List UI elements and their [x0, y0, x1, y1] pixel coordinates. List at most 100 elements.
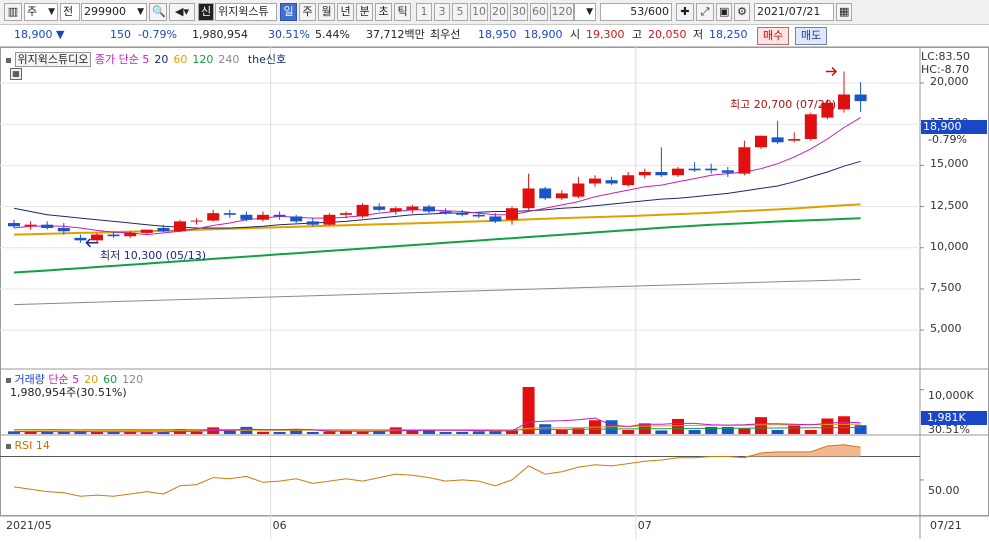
- candle-body: [389, 208, 402, 212]
- chart-canvas[interactable]: [0, 47, 989, 539]
- interval-tab-30[interactable]: 30: [510, 3, 528, 21]
- candle-body: [672, 168, 684, 176]
- candle-body: [771, 137, 784, 143]
- table-icon[interactable]: ▦: [10, 68, 22, 80]
- buy-button[interactable]: 매수: [757, 27, 790, 45]
- candle-body: [423, 206, 435, 212]
- x-axis-label-0: 2021/05: [6, 519, 52, 532]
- interval-tab-1[interactable]: 1: [416, 3, 432, 21]
- interval-tab-5[interactable]: 5: [452, 3, 468, 21]
- candle-body: [539, 188, 552, 199]
- candle-body: [489, 216, 502, 222]
- candle-body: [439, 211, 452, 214]
- volume-bar: [771, 430, 784, 434]
- low-price: 18,250: [709, 28, 748, 41]
- period-tab-3[interactable]: 년: [337, 3, 354, 21]
- candle-body: [57, 227, 70, 232]
- volume-detail: 1,980,954주(30.51%): [10, 386, 127, 399]
- sell-button[interactable]: 매도: [795, 27, 828, 45]
- interval-tab-10[interactable]: 10: [470, 3, 488, 21]
- last-price-pct: -0.79%: [928, 133, 967, 146]
- candle-body: [24, 224, 37, 227]
- rsi-line: [13, 444, 861, 497]
- volume-bar: [821, 418, 834, 434]
- high-arrow-icon: [826, 66, 838, 77]
- period-tab-4[interactable]: 분: [356, 3, 373, 21]
- stock-name-field: 위지윅스튜: [215, 3, 277, 21]
- interval-tab-120[interactable]: 120: [550, 3, 574, 21]
- volume-bar: [323, 431, 336, 434]
- candle-body: [804, 114, 817, 140]
- period-tab-1[interactable]: 주: [299, 3, 316, 21]
- candle-body: [655, 171, 668, 176]
- volume-y-tick: 10,000K: [928, 389, 974, 402]
- volume-bar: [555, 430, 568, 434]
- legend-square-icon: [6, 377, 11, 383]
- chart-menu-icon[interactable]: ▥: [4, 3, 22, 21]
- period-tab-2[interactable]: 월: [318, 3, 335, 21]
- ma-period-0: 5: [142, 53, 150, 66]
- volume-bar: [688, 430, 701, 434]
- interval-custom-select[interactable]: ▼: [574, 3, 596, 21]
- volume-bar: [456, 431, 469, 434]
- price-y-tick-0: 20,000: [930, 75, 969, 88]
- volume-bar: [306, 432, 319, 434]
- price-y-tick-6: 5,000: [930, 322, 962, 336]
- candle-body: [838, 94, 850, 110]
- candle-body: [8, 223, 20, 227]
- turnover-pct: 5.44%: [315, 28, 350, 41]
- page-count-field[interactable]: 53/600: [600, 3, 672, 21]
- period-tab-0[interactable]: 일: [280, 3, 297, 21]
- x-axis-right-label: 07/21: [930, 519, 962, 532]
- candle-body: [605, 180, 618, 184]
- save-icon[interactable]: ▣: [716, 3, 732, 21]
- candle-body: [373, 206, 386, 210]
- candle-body: [506, 208, 518, 220]
- crosshair-icon[interactable]: ✚: [676, 3, 694, 21]
- candle-body: [555, 193, 568, 199]
- ma-period-3: 120: [192, 53, 214, 66]
- search-icon[interactable]: 🔍: [149, 3, 167, 21]
- period-tab-6[interactable]: 틱: [394, 3, 411, 21]
- interval-tab-20[interactable]: 20: [490, 3, 508, 21]
- stock-code-input[interactable]: 299900 ▼: [81, 3, 147, 21]
- volume-ratio: 30.51%: [268, 28, 310, 41]
- chevron-down-icon: ▼: [137, 7, 144, 17]
- line-tool-icon[interactable]: ⤢: [696, 3, 714, 21]
- price-legend: 위지윅스튜디오 종가 단순 5 20 60 120 240 the신호: [6, 51, 286, 67]
- interval-tab-3[interactable]: 3: [434, 3, 450, 21]
- volume-bar: [838, 416, 850, 434]
- volume-bar: [804, 430, 817, 434]
- sound-icon[interactable]: ◀▾: [169, 3, 195, 21]
- signal-label: the신호: [247, 53, 287, 66]
- candle-body: [356, 204, 369, 217]
- interval-tab-60[interactable]: 60: [530, 3, 548, 21]
- period-tab-5[interactable]: 초: [375, 3, 392, 21]
- price-y-tick-2: 15,000: [930, 157, 969, 171]
- ma-label: 종가 단순: [94, 53, 139, 66]
- ma240-line: [13, 278, 861, 306]
- candle-body: [207, 213, 220, 221]
- volume-value: 1,980,954: [192, 28, 248, 41]
- calendar-icon[interactable]: ▦: [836, 3, 852, 21]
- settings-gear-icon[interactable]: ⚙: [734, 3, 750, 21]
- volume-bar: [738, 428, 751, 434]
- low-label: 저: [693, 28, 704, 41]
- prev-select[interactable]: 전: [60, 3, 80, 21]
- date-field[interactable]: 2021/07/21: [754, 3, 834, 21]
- volume-bar: [273, 432, 286, 434]
- candle-body: [273, 214, 286, 217]
- volume-bar: [91, 432, 103, 434]
- price-panel-title[interactable]: 위지윅스튜디오: [14, 52, 92, 67]
- candle-body: [323, 214, 336, 225]
- high-price: 20,050: [648, 28, 687, 41]
- volume-bar: [854, 425, 867, 434]
- bid-price: 18,900: [524, 28, 563, 41]
- candle-body: [638, 171, 651, 176]
- down-arrow-icon: ▼: [56, 28, 65, 41]
- volume-bar: [24, 431, 37, 434]
- candle-body: [456, 213, 469, 215]
- chart-area[interactable]: 위지윅스튜디오 종가 단순 5 20 60 120 240 the신호 ▦ LC:83.…: [0, 47, 989, 539]
- market-select[interactable]: 주 ▼: [24, 3, 58, 21]
- candle-body: [406, 206, 419, 210]
